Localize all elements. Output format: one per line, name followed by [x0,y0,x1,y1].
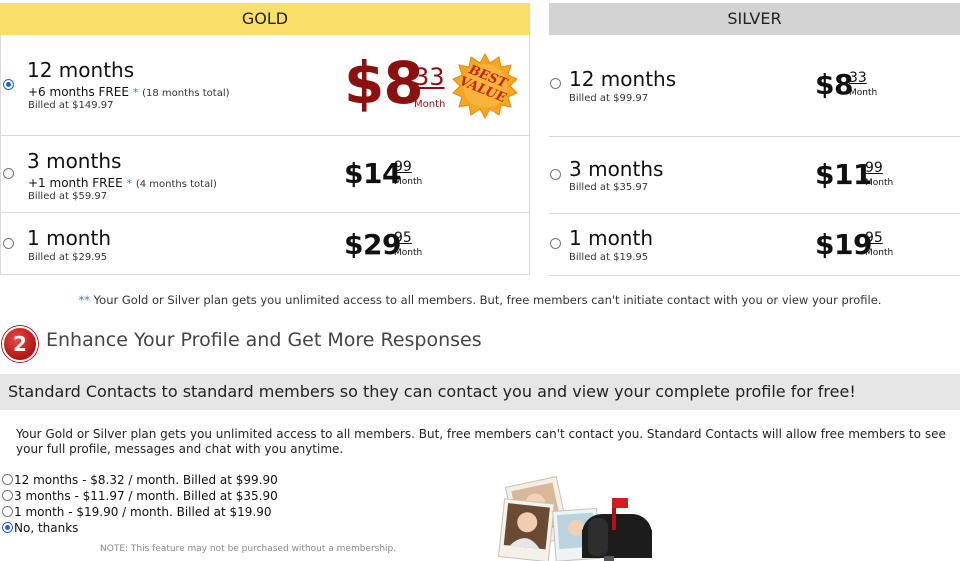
free-months-offer: +6 months FREE * (18 months total) [28,85,230,99]
price-cents: 99 [394,159,412,175]
price-cents: 33 [849,70,867,86]
free-months-offer: +1 month FREE * (4 months total) [28,176,217,190]
standard-contacts-option-1-month[interactable]: 1 month - $19.90 / month. Billed at $19.… [2,505,272,519]
price-cents: 33 [414,63,445,91]
silver-12-months-price: $8 33 Month [815,68,877,101]
option-radio[interactable] [2,522,13,533]
standard-contacts-option-no-thanks[interactable]: No, thanks [2,521,78,535]
plan-term: 1 month [569,226,653,250]
gold-12-months-price: $8 33 Month [344,49,445,117]
option-radio[interactable] [2,506,13,517]
standard-contacts-banner: Standard Contacts to standard members so… [0,374,960,410]
membership-note: NOTE: This feature may not be purchased … [100,544,397,554]
gold-12-months-radio[interactable] [3,79,14,90]
option-label: 12 months - $8.32 / month. Billed at $99… [14,473,278,487]
price-cents: 95 [394,230,412,246]
free-months-text: +1 month FREE [28,176,123,190]
price-dollars: $19 [815,228,872,261]
plan-term: 12 months [27,58,135,82]
price-per-month: Month [414,99,446,110]
option-radio[interactable] [2,490,13,501]
silver-1-month-price: $19 95 Month [815,228,893,261]
silver-plan-1-month[interactable]: 1 month Billed at $19.95 $19 95 Month [549,213,960,276]
footnote-text: Your Gold or Silver plan gets you unlimi… [90,293,882,307]
billed-amount: Billed at $99.97 [569,93,649,104]
silver-plan-header: SILVER [549,3,960,35]
gold-plan-3-months[interactable]: 3 months +1 month FREE * (4 months total… [0,136,530,213]
billed-amount: Billed at $29.95 [28,252,108,263]
free-months-asterisk: * [132,86,139,99]
price-dollars: $11 [815,158,872,191]
silver-12-months-radio[interactable] [550,78,561,89]
option-label: No, thanks [14,521,79,535]
gold-1-month-radio[interactable] [3,238,14,249]
gold-1-month-price: $29 95 Month [344,228,422,261]
free-months-asterisk: * [126,177,133,190]
option-radio[interactable] [2,474,13,485]
price-per-month: Month [865,248,894,258]
gold-plan-1-month[interactable]: 1 month Billed at $29.95 $29 95 Month [0,213,530,275]
price-dollars: $29 [344,228,401,261]
price-dollars: $8 [815,68,853,101]
plan-term: 3 months [569,157,664,181]
price-per-month: Month [865,178,894,188]
plan-footnote: ** Your Gold or Silver plan gets you unl… [0,293,960,307]
mailbox-photos-icon [497,476,652,561]
silver-plan-3-months[interactable]: 3 months Billed at $35.97 $11 99 Month [549,136,960,214]
silver-3-months-price: $11 99 Month [815,158,893,191]
billed-amount: Billed at $59.97 [28,191,108,202]
silver-1-month-radio[interactable] [550,238,561,249]
step-2-number-icon: 2 [2,326,38,362]
footnote-asterisk: ** [78,293,91,307]
option-label: 3 months - $11.97 / month. Billed at $35… [14,489,278,503]
gold-3-months-price: $14 99 Month [344,157,422,190]
free-months-text: +6 months FREE [28,85,129,99]
plan-term: 12 months [569,67,677,91]
billed-amount: Billed at $35.97 [569,182,649,193]
gold-3-months-radio[interactable] [3,168,14,179]
standard-contacts-option-12-months[interactable]: 12 months - $8.32 / month. Billed at $99… [2,473,278,487]
price-cents: 95 [865,230,883,246]
plan-term: 3 months [27,149,122,173]
price-per-month: Month [394,177,423,187]
plan-term: 1 month [27,226,111,250]
standard-contacts-option-3-months[interactable]: 3 months - $11.97 / month. Billed at $35… [2,489,278,503]
silver-3-months-radio[interactable] [550,169,561,180]
billed-amount: Billed at $19.95 [569,252,649,263]
gold-plan-header: GOLD [0,3,530,35]
standard-contacts-description: Your Gold or Silver plan gets you unlimi… [16,427,946,456]
free-months-total: (4 months total) [135,179,217,190]
step-2-title: Enhance Your Profile and Get More Respon… [46,329,482,351]
price-dollars: $14 [344,157,401,190]
price-per-month: Month [394,248,423,258]
option-label: 1 month - $19.90 / month. Billed at $19.… [14,505,272,519]
billed-amount: Billed at $149.97 [28,100,114,111]
price-cents: 99 [865,160,883,176]
price-per-month: Month [849,88,878,98]
free-months-total: (18 months total) [142,88,230,99]
silver-plan-12-months[interactable]: 12 months Billed at $99.97 $8 33 Month [549,35,960,137]
price-dollars: $8 [344,49,424,117]
